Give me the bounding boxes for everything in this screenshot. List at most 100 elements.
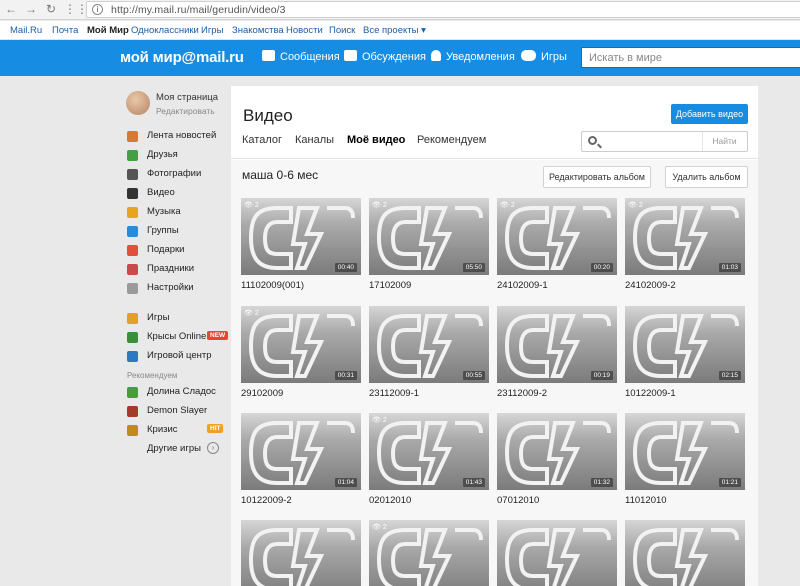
- sidebar-recommended-crisis[interactable]: Кризис HIT: [126, 423, 236, 439]
- album-title: маша 0-6 мес: [242, 168, 319, 182]
- video-title[interactable]: 29102009: [241, 388, 283, 399]
- video-thumbnail[interactable]: [625, 520, 745, 586]
- views-value: 2: [510, 202, 515, 209]
- portal-link-my-world[interactable]: Мой Мир: [87, 25, 129, 36]
- video-title[interactable]: 24102009-2: [625, 280, 676, 291]
- video-thumbnail[interactable]: 👁 2 00:31: [241, 306, 361, 383]
- video-thumbnail[interactable]: 👁 2: [369, 520, 489, 586]
- sidebar-game-games[interactable]: Игры: [126, 311, 236, 327]
- tab-recommended[interactable]: Рекомендуем: [417, 134, 486, 146]
- video-thumbnail[interactable]: 👁 2 00:20: [497, 198, 617, 275]
- reload-icon[interactable]: ↻: [44, 2, 58, 16]
- more-games-link[interactable]: Другие игры ›: [126, 442, 236, 458]
- video-title[interactable]: 11012010: [625, 495, 667, 506]
- groups-icon: [127, 226, 138, 237]
- avatar[interactable]: [126, 91, 150, 115]
- sidebar-item-calendar[interactable]: Праздники: [126, 262, 236, 278]
- portal-link-dating[interactable]: Знакомства: [232, 25, 284, 36]
- video-thumbnail[interactable]: 00:19: [497, 306, 617, 383]
- search-button[interactable]: Найти: [702, 132, 746, 151]
- sidebar-item-groups[interactable]: Группы: [126, 224, 236, 240]
- tab-catalog[interactable]: Каталог: [242, 134, 282, 146]
- video-title[interactable]: 24102009-1: [497, 280, 548, 291]
- video-title[interactable]: 10122009-1: [625, 388, 676, 399]
- edit-album-button[interactable]: Редактировать альбом: [543, 166, 651, 188]
- tab-channels[interactable]: Каналы: [295, 134, 334, 146]
- forward-icon[interactable]: →: [24, 2, 38, 16]
- header-nav-discussions[interactable]: Обсуждения: [344, 50, 426, 63]
- discussions-icon: [344, 50, 357, 61]
- address-bar[interactable]: i http://my.mail.ru/mail/gerudin/video/3: [86, 1, 800, 18]
- my-page-link[interactable]: Моя страница: [156, 92, 218, 103]
- portal-link-news[interactable]: Новости: [286, 25, 323, 36]
- video-title[interactable]: 10122009-2: [241, 495, 292, 506]
- portal-link-search[interactable]: Поиск: [329, 25, 355, 36]
- delete-album-button[interactable]: Удалить альбом: [665, 166, 748, 188]
- sidebar-item-gift[interactable]: Подарки: [126, 243, 236, 259]
- edit-profile-link[interactable]: Редактировать: [156, 106, 215, 116]
- video-duration: 00:31: [334, 371, 357, 380]
- eye-icon: 👁: [244, 202, 253, 209]
- more-games-label: Другие игры: [147, 443, 201, 454]
- add-video-button[interactable]: Добавить видео: [671, 104, 748, 124]
- sidebar-item-home[interactable]: Лента новостей: [126, 129, 236, 145]
- video-thumbnail[interactable]: 👁 2 05:50: [369, 198, 489, 275]
- sidebar-item-label: Фотографии: [147, 168, 202, 179]
- portal-link-games[interactable]: Игры: [201, 25, 223, 36]
- header-nav-games[interactable]: Игры: [521, 50, 567, 63]
- sidebar-item-friends[interactable]: Друзья: [126, 148, 236, 164]
- video-title[interactable]: 23112009-2: [497, 388, 547, 399]
- video-title[interactable]: 07012010: [497, 495, 539, 506]
- sidebar-game-rat-game[interactable]: Крысы Online NEW: [126, 330, 236, 346]
- portal-link-mail[interactable]: Почта: [52, 25, 78, 36]
- video-duration: 00:20: [590, 263, 613, 272]
- video-title[interactable]: 17102009: [369, 280, 411, 291]
- video-thumbnail[interactable]: 👁 2 00:40: [241, 198, 361, 275]
- demon-slayer-icon: [127, 406, 138, 417]
- video-search-input[interactable]: [602, 132, 702, 151]
- video-thumbnail[interactable]: 👁 2 01:03: [625, 198, 745, 275]
- video-thumbnail[interactable]: 00:55: [369, 306, 489, 383]
- sidebar-recommended-candy-valley[interactable]: Долина Сладос: [126, 385, 236, 401]
- portal-link-all-projects[interactable]: Все проекты ▾: [363, 25, 426, 36]
- video-title[interactable]: 11102009(001): [241, 280, 304, 291]
- profile-block[interactable]: Моя страница Редактировать: [126, 91, 226, 121]
- video-thumbnail[interactable]: 01:04: [241, 413, 361, 490]
- video-title[interactable]: 23112009-1: [369, 388, 419, 399]
- header-nav-messages[interactable]: Сообщения: [262, 50, 340, 63]
- portal-link-odnoklassniki[interactable]: Одноклассники: [131, 25, 199, 36]
- views-value: 2: [254, 310, 259, 317]
- video-thumbnail[interactable]: 01:21: [625, 413, 745, 490]
- apps-icon[interactable]: ⋮⋮: [64, 2, 88, 16]
- chevron-right-icon[interactable]: ›: [207, 442, 219, 454]
- video-thumbnail[interactable]: 01:32: [497, 413, 617, 490]
- views-count: 👁 2: [372, 201, 387, 209]
- video-icon: [127, 188, 138, 199]
- video-title[interactable]: 02012010: [369, 495, 411, 506]
- tab-my-video[interactable]: Моё видео: [347, 134, 405, 146]
- video-thumbnail[interactable]: 👁 2 01:43: [369, 413, 489, 490]
- video-duration: 01:03: [718, 263, 741, 272]
- header-nav-notifications[interactable]: Уведомления: [431, 50, 515, 63]
- candy-valley-icon: [127, 387, 138, 398]
- friends-icon: [127, 150, 138, 161]
- portal-link-mailru[interactable]: Mail.Ru: [10, 25, 42, 36]
- video-thumbnail[interactable]: [241, 520, 361, 586]
- sidebar-game-game-center[interactable]: Игровой центр: [126, 349, 236, 365]
- world-search-input[interactable]: [582, 48, 800, 67]
- back-icon[interactable]: ←: [4, 2, 18, 16]
- video-thumbnail[interactable]: [497, 520, 617, 586]
- sidebar-item-label: Настройки: [147, 282, 194, 293]
- video-thumbnail[interactable]: 02:15: [625, 306, 745, 383]
- video-search: Найти: [581, 131, 748, 152]
- sidebar-item-camera[interactable]: Фотографии: [126, 167, 236, 183]
- sidebar-badge: NEW: [207, 331, 229, 340]
- sidebar-item-music[interactable]: Музыка: [126, 205, 236, 221]
- header-nav-label: Игры: [541, 51, 567, 63]
- sidebar-recommended-demon-slayer[interactable]: Demon Slayer: [126, 404, 236, 420]
- page-info-icon[interactable]: i: [92, 4, 103, 15]
- sidebar-item-video[interactable]: Видео: [126, 186, 236, 202]
- site-logo[interactable]: мой мир@mail.ru: [120, 49, 244, 66]
- eye-icon: 👁: [372, 417, 381, 424]
- sidebar-item-gear[interactable]: Настройки: [126, 281, 236, 297]
